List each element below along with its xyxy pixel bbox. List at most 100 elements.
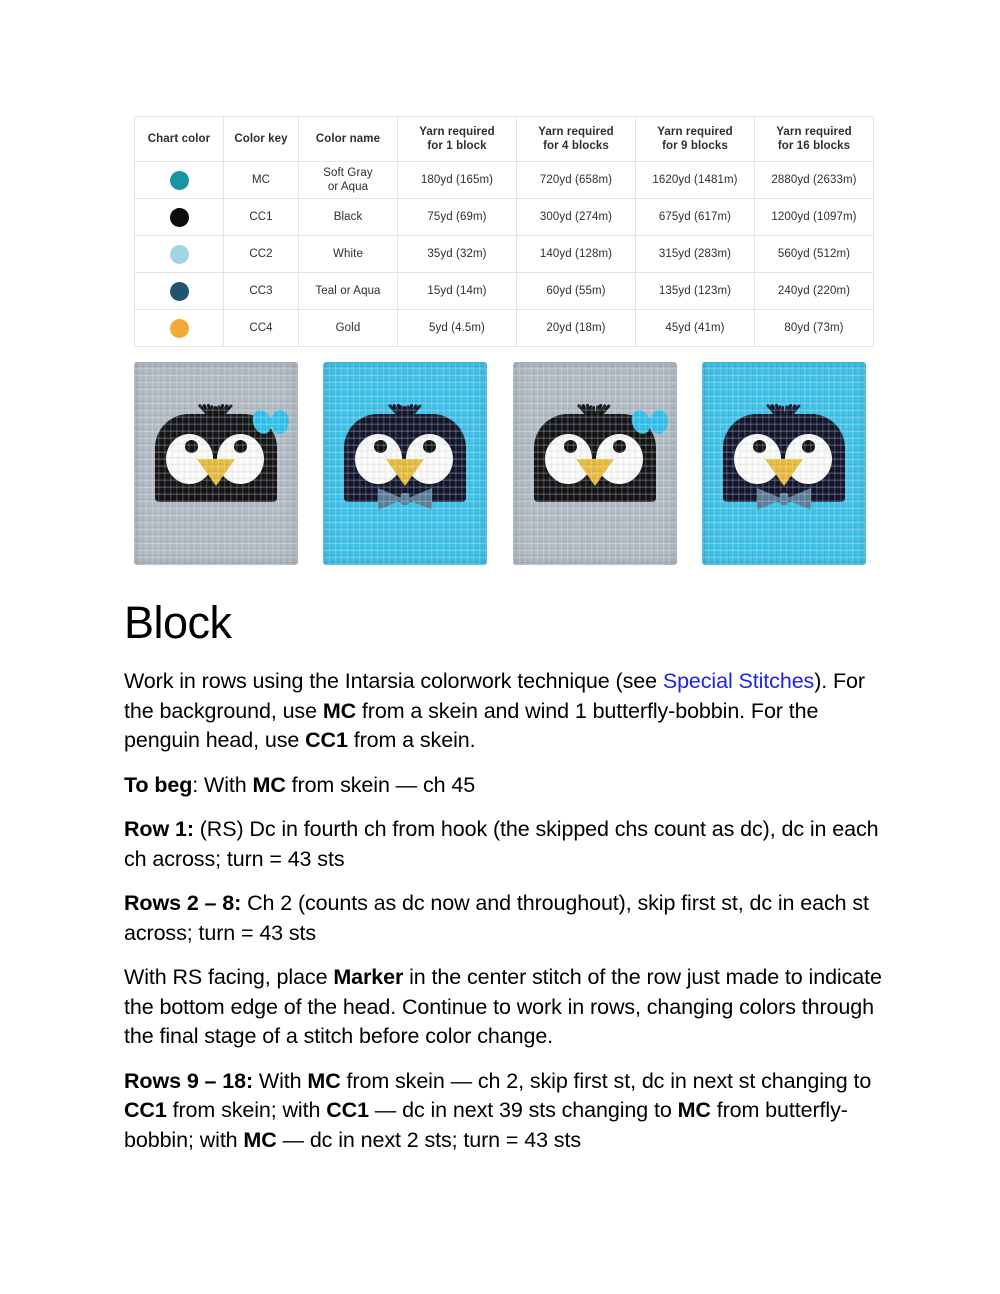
bowtie-knot [400, 493, 410, 505]
yarn-requirement-table-container: Chart color Color key Color name Yarn re… [134, 116, 874, 347]
cell-yarn-16-blocks: 2880yd (2633m) [754, 161, 874, 199]
cell-yarn-1-block: 35yd (32m) [397, 235, 517, 273]
penguin-pupil-left [185, 440, 198, 453]
color-swatch-icon [169, 170, 189, 190]
penguin-pupil-left [752, 440, 766, 453]
penguin-beak [575, 459, 614, 486]
penguin-pupil-right [801, 440, 815, 453]
cell-chart-color [134, 309, 224, 347]
cell-chart-color [134, 161, 224, 199]
table-header-row: Chart color Color key Color name Yarn re… [134, 116, 874, 162]
bow-tie-icon [756, 486, 811, 512]
header-line-1: Chart color [147, 132, 211, 145]
cell-yarn-9-blocks: 45yd (41m) [635, 309, 755, 347]
table-row: CC3 Teal or Aqua 15yd (14m) 60yd (55m) 1… [134, 272, 874, 310]
penguin-pupil-right [234, 440, 247, 453]
cell-color-name: Soft Gray or Aqua [298, 161, 398, 199]
header-line-1: Yarn required [419, 125, 495, 138]
cell-yarn-4-blocks: 720yd (658m) [516, 161, 636, 199]
head-tuft-icon [576, 397, 611, 420]
column-header-chart-color: Chart color [134, 116, 224, 162]
special-stitches-link[interactable]: Special Stitches [663, 669, 814, 693]
cell-chart-color [134, 272, 224, 310]
table-row: CC4 Gold 5yd (4.5m) 20yd (18m) 45yd (41m… [134, 309, 874, 347]
penguin-motif [155, 403, 292, 502]
header-line-2: for 16 blocks [777, 140, 851, 152]
paragraph-rows-2-8: Rows 2 – 8: Ch 2 (counts as dc now and t… [124, 889, 884, 948]
rows-9-18-text-6: — dc in next 2 sts; turn = 43 sts [276, 1127, 582, 1152]
rows-9-18-text-3: from skein; with [166, 1098, 327, 1122]
header-line-2: for 1 block [427, 140, 487, 152]
cell-yarn-1-block: 15yd (14m) [397, 272, 517, 310]
bowtie-wing-right [784, 488, 811, 510]
cell-yarn-4-blocks: 20yd (18m) [516, 309, 636, 347]
color-name-line-2: or Aqua [327, 181, 369, 193]
penguin-block-photo-3 [512, 362, 677, 565]
cell-chart-color [134, 198, 224, 236]
bowtie-knot [779, 493, 789, 505]
head-tuft-icon [198, 397, 233, 420]
cell-yarn-9-blocks: 675yd (617m) [635, 198, 755, 236]
bow-knot [267, 417, 275, 427]
to-beg-mc: MC [252, 772, 286, 797]
row-1-text: (RS) Dc in fourth ch from hook (the skip… [124, 817, 879, 871]
paragraph-to-beg: To beg: With MC from skein — ch 45 [124, 771, 884, 801]
rows-9-18-mc-2: MC [677, 1098, 711, 1122]
cell-color-name: Black [298, 198, 398, 236]
sample-block-photo-strip [134, 362, 866, 565]
cell-yarn-4-blocks: 60yd (55m) [516, 272, 636, 310]
cell-color-key: CC4 [223, 309, 299, 347]
cell-yarn-1-block: 180yd (165m) [397, 161, 517, 199]
table-body: MC Soft Gray or Aqua 180yd (165m) 720yd … [134, 161, 874, 347]
cell-color-key: CC1 [223, 198, 299, 236]
intro-text-4: from a skein. [347, 728, 476, 752]
hair-bow-icon [250, 408, 292, 436]
bow-knot [645, 417, 654, 427]
table-row: CC1 Black 75yd (69m) 300yd (274m) 675yd … [134, 198, 874, 236]
pattern-instructions: Block Work in rows using the Intarsia co… [124, 600, 884, 1155]
head-tuft-icon [387, 397, 422, 420]
header-line-2: for 9 blocks [662, 140, 728, 152]
header-line-1: Yarn required [657, 125, 733, 138]
cell-yarn-9-blocks: 135yd (123m) [635, 272, 755, 310]
paragraph-intro: Work in rows using the Intarsia colorwor… [124, 667, 884, 756]
rows-9-18-cc1-2: CC1 [326, 1098, 369, 1122]
header-line-1: Color name [315, 132, 381, 145]
color-swatch-icon [169, 207, 189, 227]
rows-2-8-label: Rows 2 – 8: [124, 891, 242, 915]
header-line-2: for 4 blocks [543, 140, 609, 152]
penguin-pupil-left [374, 440, 388, 453]
marker-label: Marker [333, 965, 404, 989]
penguin-block-photo-4 [701, 362, 866, 565]
intro-cc1: CC1 [305, 728, 348, 752]
penguin-pupil-left [563, 440, 577, 453]
cell-chart-color [134, 235, 224, 273]
bow-tie-icon [378, 486, 433, 512]
rows-9-18-mc-1: MC [307, 1068, 341, 1093]
marker-text-1: With RS facing, place [124, 965, 334, 989]
column-header-yarn-4-blocks: Yarn required for 4 blocks [516, 116, 636, 162]
row-1-label: Row 1: [124, 817, 194, 841]
column-header-yarn-1-block: Yarn required for 1 block [397, 116, 517, 162]
column-header-yarn-9-blocks: Yarn required for 9 blocks [635, 116, 755, 162]
penguin-beak [386, 459, 425, 486]
penguin-motif [344, 403, 467, 510]
cell-color-name: Gold [298, 309, 398, 347]
color-swatch-icon [169, 318, 189, 338]
hair-bow-icon [629, 408, 670, 436]
paragraph-row-1: Row 1: (RS) Dc in fourth ch from hook (t… [124, 815, 884, 874]
cell-color-key: MC [223, 161, 299, 199]
color-name-line-1: Soft Gray [323, 166, 373, 179]
cell-color-key: CC3 [223, 272, 299, 310]
penguin-pupil-right [423, 440, 437, 453]
header-line-1: Yarn required [776, 125, 852, 138]
cell-color-name: White [298, 235, 398, 273]
cell-yarn-4-blocks: 300yd (274m) [516, 198, 636, 236]
cell-yarn-1-block: 5yd (4.5m) [397, 309, 517, 347]
color-swatch-icon [169, 244, 189, 264]
cell-yarn-16-blocks: 80yd (73m) [754, 309, 874, 347]
penguin-motif [533, 403, 670, 502]
cell-yarn-1-block: 75yd (69m) [397, 198, 517, 236]
column-header-color-key: Color key [223, 116, 299, 162]
head-tuft-icon [766, 397, 801, 420]
